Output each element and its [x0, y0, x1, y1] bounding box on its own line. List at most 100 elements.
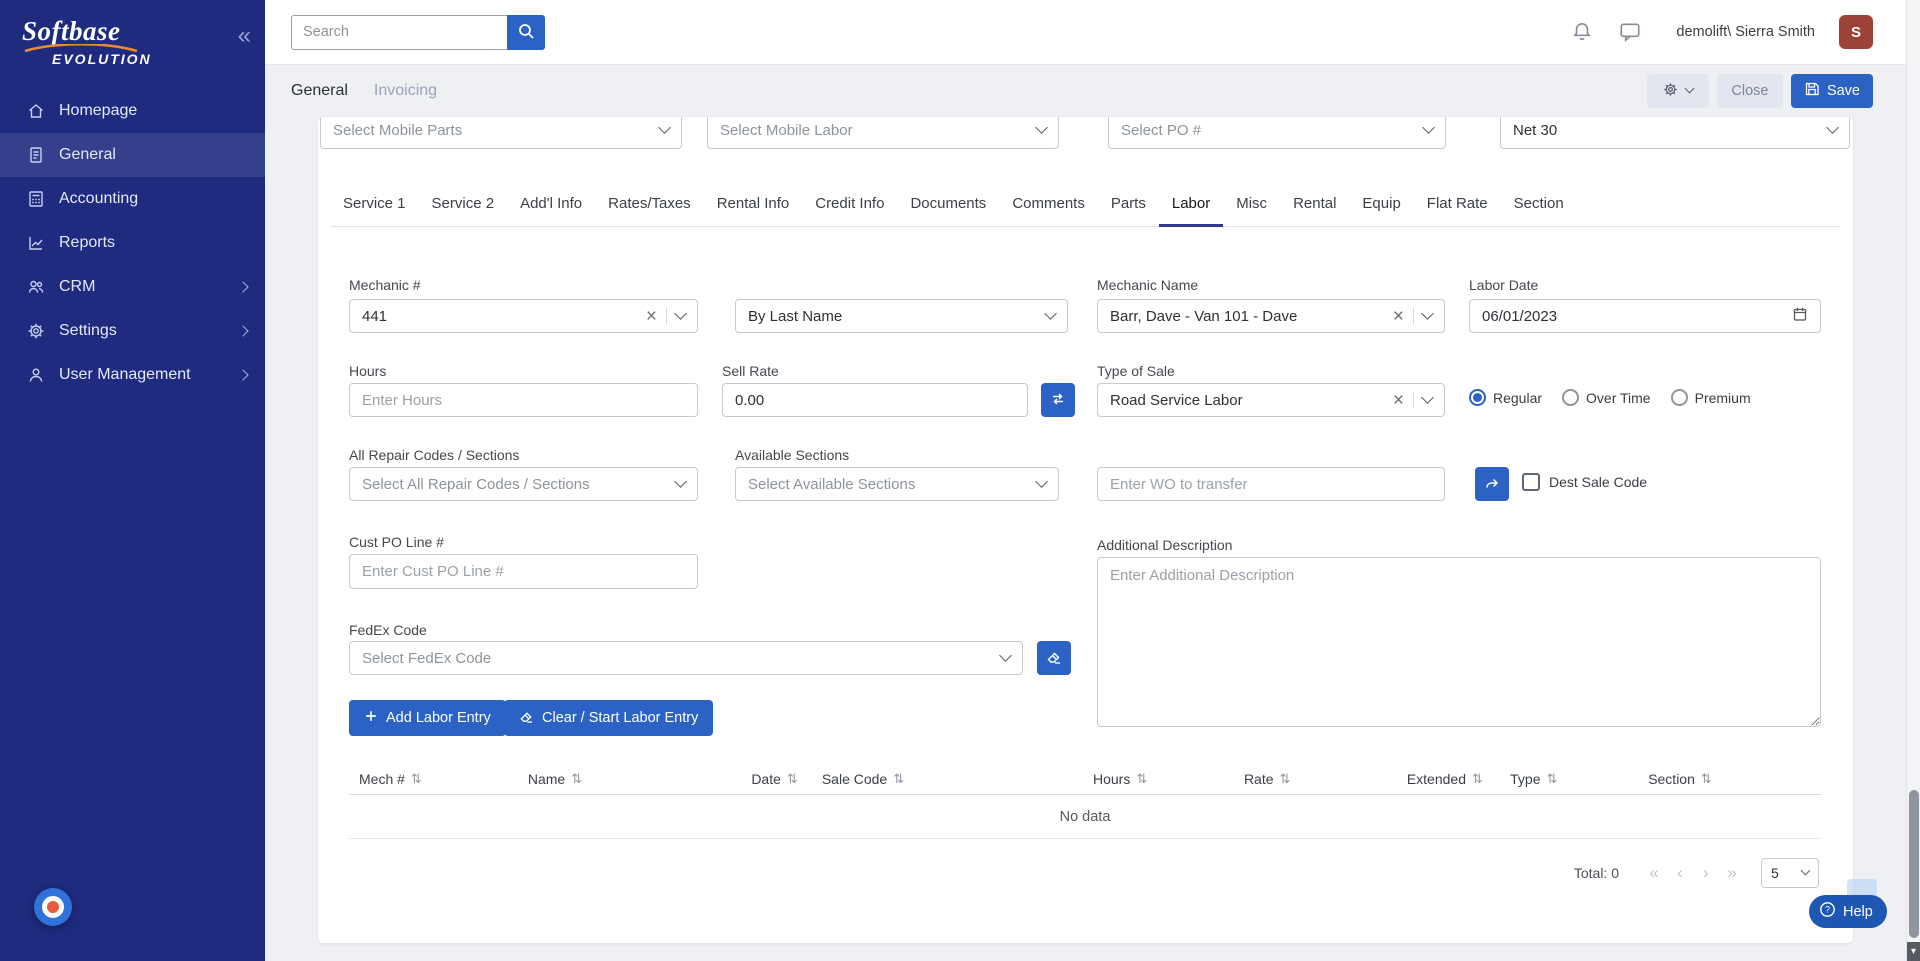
sort-icon[interactable] — [893, 771, 904, 787]
mechanic-number-combobox[interactable]: 441 — [349, 299, 698, 333]
additional-description-textarea[interactable] — [1097, 557, 1821, 727]
column-header-rate[interactable]: Rate — [1244, 771, 1407, 787]
clear-fedex-button[interactable] — [1037, 641, 1071, 675]
terms-select[interactable]: Net 30 — [1500, 117, 1850, 149]
sidebar-item-accounting[interactable]: Accounting — [0, 177, 265, 221]
sidebar-nav: Homepage General Accounting Reports CRM — [0, 89, 265, 397]
tab-invoicing[interactable]: Invoicing — [374, 82, 437, 100]
notifications-bell-icon[interactable] — [1570, 20, 1594, 44]
tab-rental[interactable]: Rental — [1280, 183, 1349, 227]
sidebar-item-general[interactable]: General — [0, 133, 265, 177]
clear-x-icon[interactable] — [1393, 391, 1404, 410]
sidebar-collapse-icon[interactable] — [238, 24, 251, 48]
messages-icon[interactable] — [1618, 20, 1642, 44]
sort-icon[interactable] — [1546, 771, 1557, 787]
mechanic-name-combobox[interactable]: Barr, Dave - Van 101 - Dave — [1097, 299, 1445, 333]
tab-section[interactable]: Section — [1501, 183, 1577, 227]
sort-icon[interactable] — [1280, 771, 1291, 787]
clear-x-icon[interactable] — [1393, 307, 1404, 326]
sidebar-item-crm[interactable]: CRM — [0, 265, 265, 309]
tab-rental-info[interactable]: Rental Info — [704, 183, 803, 227]
pagination-last-icon[interactable] — [1719, 860, 1745, 886]
chevron-down-icon[interactable] — [674, 307, 687, 320]
scrollbar-thumb[interactable] — [1909, 790, 1919, 938]
tab-equip[interactable]: Equip — [1349, 183, 1413, 227]
chevron-right-icon — [237, 325, 248, 336]
column-header-extended[interactable]: Extended — [1407, 771, 1510, 787]
tab-comments[interactable]: Comments — [999, 183, 1098, 227]
sort-icon[interactable] — [1136, 771, 1147, 787]
search-input[interactable] — [291, 15, 507, 50]
dest-sale-code-checkbox[interactable]: Dest Sale Code — [1522, 473, 1647, 491]
pagination-first-icon[interactable] — [1641, 860, 1667, 886]
name-sort-select[interactable]: By Last Name — [735, 299, 1068, 333]
tab-documents[interactable]: Documents — [897, 183, 999, 227]
radio-premium[interactable]: Premium — [1671, 389, 1751, 406]
po-number-select[interactable]: Select PO # — [1108, 117, 1446, 149]
column-header-section[interactable]: Section — [1648, 771, 1821, 787]
chevron-down-icon[interactable] — [1421, 307, 1434, 320]
mobile-parts-select[interactable]: Select Mobile Parts — [320, 117, 682, 149]
sidebar-item-homepage[interactable]: Homepage — [0, 89, 265, 133]
pagination-prev-icon[interactable] — [1667, 860, 1693, 886]
column-header-date[interactable]: Date — [751, 771, 822, 787]
all-repair-codes-select[interactable]: Select All Repair Codes / Sections — [349, 467, 698, 501]
tab-general[interactable]: General — [291, 82, 348, 100]
wo-transfer-input[interactable] — [1097, 467, 1445, 501]
mobile-labor-select[interactable]: Select Mobile Labor — [707, 117, 1059, 149]
type-of-sale-combobox[interactable]: Road Service Labor — [1097, 383, 1445, 417]
save-button[interactable]: Save — [1791, 74, 1873, 108]
clear-x-icon[interactable] — [646, 307, 657, 326]
transfer-wo-button[interactable] — [1475, 467, 1509, 501]
tab-parts[interactable]: Parts — [1098, 183, 1159, 227]
add-labor-entry-button[interactable]: Add Labor Entry — [349, 700, 506, 736]
refresh-rate-button[interactable] — [1041, 383, 1075, 417]
column-header-sale-code[interactable]: Sale Code — [822, 771, 1093, 787]
settings-dropdown-button[interactable] — [1647, 74, 1709, 108]
sidebar-item-label: General — [59, 146, 116, 164]
tab-flat-rate[interactable]: Flat Rate — [1414, 183, 1501, 227]
radio-regular[interactable]: Regular — [1469, 389, 1542, 406]
scrollbar-down-arrow-icon[interactable] — [1907, 942, 1920, 961]
vertical-scrollbar[interactable] — [1906, 0, 1920, 961]
cust-po-line-label: Cust PO Line # — [349, 534, 444, 550]
calendar-icon[interactable] — [1792, 306, 1808, 326]
help-button[interactable]: ? Help — [1809, 895, 1887, 928]
sort-icon[interactable] — [787, 771, 798, 787]
labor-date-input[interactable]: 06/01/2023 — [1469, 299, 1821, 333]
tab-addl-info[interactable]: Add'l Info — [507, 183, 595, 227]
sort-icon[interactable] — [571, 771, 582, 787]
tab-service-1[interactable]: Service 1 — [330, 183, 419, 227]
close-button[interactable]: Close — [1717, 74, 1783, 108]
search-button[interactable] — [507, 15, 545, 50]
all-repair-codes-label: All Repair Codes / Sections — [349, 447, 519, 463]
clear-start-labor-entry-button[interactable]: Clear / Start Labor Entry — [504, 700, 713, 736]
available-sections-select[interactable]: Select Available Sections — [735, 467, 1059, 501]
column-header-name[interactable]: Name — [528, 771, 751, 787]
fedex-code-select[interactable]: Select FedEx Code — [349, 641, 1023, 675]
page-size-select[interactable]: 5 — [1761, 858, 1819, 888]
tab-credit-info[interactable]: Credit Info — [802, 183, 897, 227]
sort-icon[interactable] — [411, 771, 422, 787]
sidebar-item-settings[interactable]: Settings — [0, 309, 265, 353]
logo-area: Softbase EVOLUTION — [0, 0, 265, 73]
column-header-type[interactable]: Type — [1510, 771, 1648, 787]
hours-input[interactable] — [349, 383, 698, 417]
pagination-next-icon[interactable] — [1693, 860, 1719, 886]
chevron-down-icon[interactable] — [1421, 391, 1434, 404]
avatar[interactable]: S — [1839, 15, 1873, 49]
sort-icon[interactable] — [1472, 771, 1483, 787]
tab-labor[interactable]: Labor — [1159, 183, 1223, 227]
column-header-hours[interactable]: Hours — [1093, 771, 1244, 787]
column-header-mech[interactable]: Mech # — [359, 771, 528, 787]
tab-service-2[interactable]: Service 2 — [419, 183, 508, 227]
sidebar-item-user-management[interactable]: User Management — [0, 353, 265, 397]
radio-over-time[interactable]: Over Time — [1562, 389, 1651, 406]
tab-rates-taxes[interactable]: Rates/Taxes — [595, 183, 704, 227]
cust-po-line-input[interactable] — [349, 554, 698, 589]
chat-widget-button[interactable] — [34, 888, 72, 926]
sort-icon[interactable] — [1701, 771, 1712, 787]
sell-rate-input[interactable] — [722, 383, 1028, 417]
sidebar-item-reports[interactable]: Reports — [0, 221, 265, 265]
tab-misc[interactable]: Misc — [1223, 183, 1280, 227]
